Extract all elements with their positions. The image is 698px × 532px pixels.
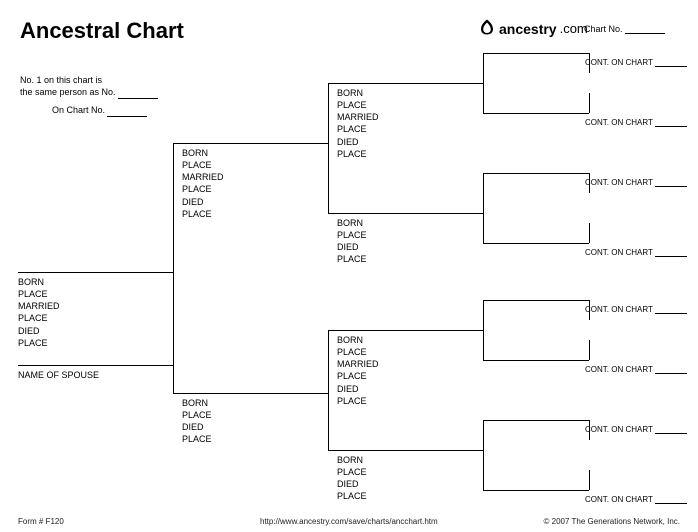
g3-mgf-name-line[interactable] — [328, 330, 483, 331]
footer-url: http://www.ancestry.com/save/charts/ancc… — [260, 517, 438, 526]
gen1-fields: BORN PLACE MARRIED PLACE DIED PLACE — [18, 276, 60, 349]
g4-5-line[interactable] — [483, 300, 563, 301]
gen1-name-line[interactable] — [18, 272, 173, 273]
g3-mgm-name-line[interactable] — [328, 450, 483, 451]
g3-pgf-name-line[interactable] — [328, 83, 483, 84]
cont-8[interactable]: CONT. ON CHART — [585, 495, 687, 504]
brand-text: ancestry — [499, 21, 557, 37]
bracket-g2m-g3 — [328, 330, 329, 450]
bracket-g3pgm-g4 — [483, 173, 484, 243]
cont-5[interactable]: CONT. ON CHART — [585, 305, 687, 314]
page: Ancestral Chart ancestry.com Chart No. N… — [0, 0, 698, 532]
spouse-label: NAME OF SPOUSE — [18, 369, 99, 381]
gen2-father-fields: BORN PLACE MARRIED PLACE DIED PLACE — [182, 147, 224, 220]
cont-4[interactable]: CONT. ON CHART — [585, 248, 687, 257]
cont-1[interactable]: CONT. ON CHART — [585, 58, 687, 67]
g4-3-line[interactable] — [483, 173, 563, 174]
g3-pgm-name-line[interactable] — [328, 213, 483, 214]
gen2-mother-name-line[interactable] — [173, 393, 328, 394]
bracket-g3mgm-g4 — [483, 420, 484, 490]
g3-pgf-fields: BORN PLACE MARRIED PLACE DIED PLACE — [337, 87, 379, 160]
spouse-name-line[interactable] — [18, 365, 173, 366]
page-title: Ancestral Chart — [20, 18, 184, 44]
cont-7[interactable]: CONT. ON CHART — [585, 425, 687, 434]
g4-7-line[interactable] — [483, 420, 563, 421]
g4-6-line[interactable] — [483, 360, 563, 361]
brand-logo: ancestry.com — [478, 18, 588, 39]
g4-8-line[interactable] — [483, 490, 563, 491]
g4-1-line[interactable] — [483, 53, 563, 54]
bracket-g3pgf-g4 — [483, 53, 484, 113]
gen2-mother-fields: BORN PLACE DIED PLACE — [182, 397, 212, 446]
g4-4-line[interactable] — [483, 243, 563, 244]
g3-mgf-fields: BORN PLACE MARRIED PLACE DIED PLACE — [337, 334, 379, 407]
g4-2-line[interactable] — [483, 113, 563, 114]
leaf-icon — [478, 18, 496, 39]
gen2-father-name-line[interactable] — [173, 143, 328, 144]
chart-no-label: Chart No. — [584, 24, 623, 34]
chart-no-field[interactable]: Chart No. — [584, 24, 665, 34]
note-line1: No. 1 on this chart is — [20, 74, 102, 87]
g3-mgm-fields: BORN PLACE DIED PLACE — [337, 454, 367, 503]
bracket-g2f-g3 — [328, 83, 329, 213]
cont-6[interactable]: CONT. ON CHART — [585, 365, 687, 374]
cont-2[interactable]: CONT. ON CHART — [585, 118, 687, 127]
note-line3[interactable]: On Chart No. — [52, 104, 147, 117]
bracket-g1-g2 — [173, 143, 174, 393]
note-line2[interactable]: the same person as No. — [20, 86, 158, 99]
g3-pgm-fields: BORN PLACE DIED PLACE — [337, 217, 367, 266]
footer-copyright: © 2007 The Generations Network, Inc. — [544, 517, 680, 526]
bracket-g3mgf-g4 — [483, 300, 484, 360]
cont-3[interactable]: CONT. ON CHART — [585, 178, 687, 187]
footer-form: Form # F120 — [18, 517, 64, 526]
